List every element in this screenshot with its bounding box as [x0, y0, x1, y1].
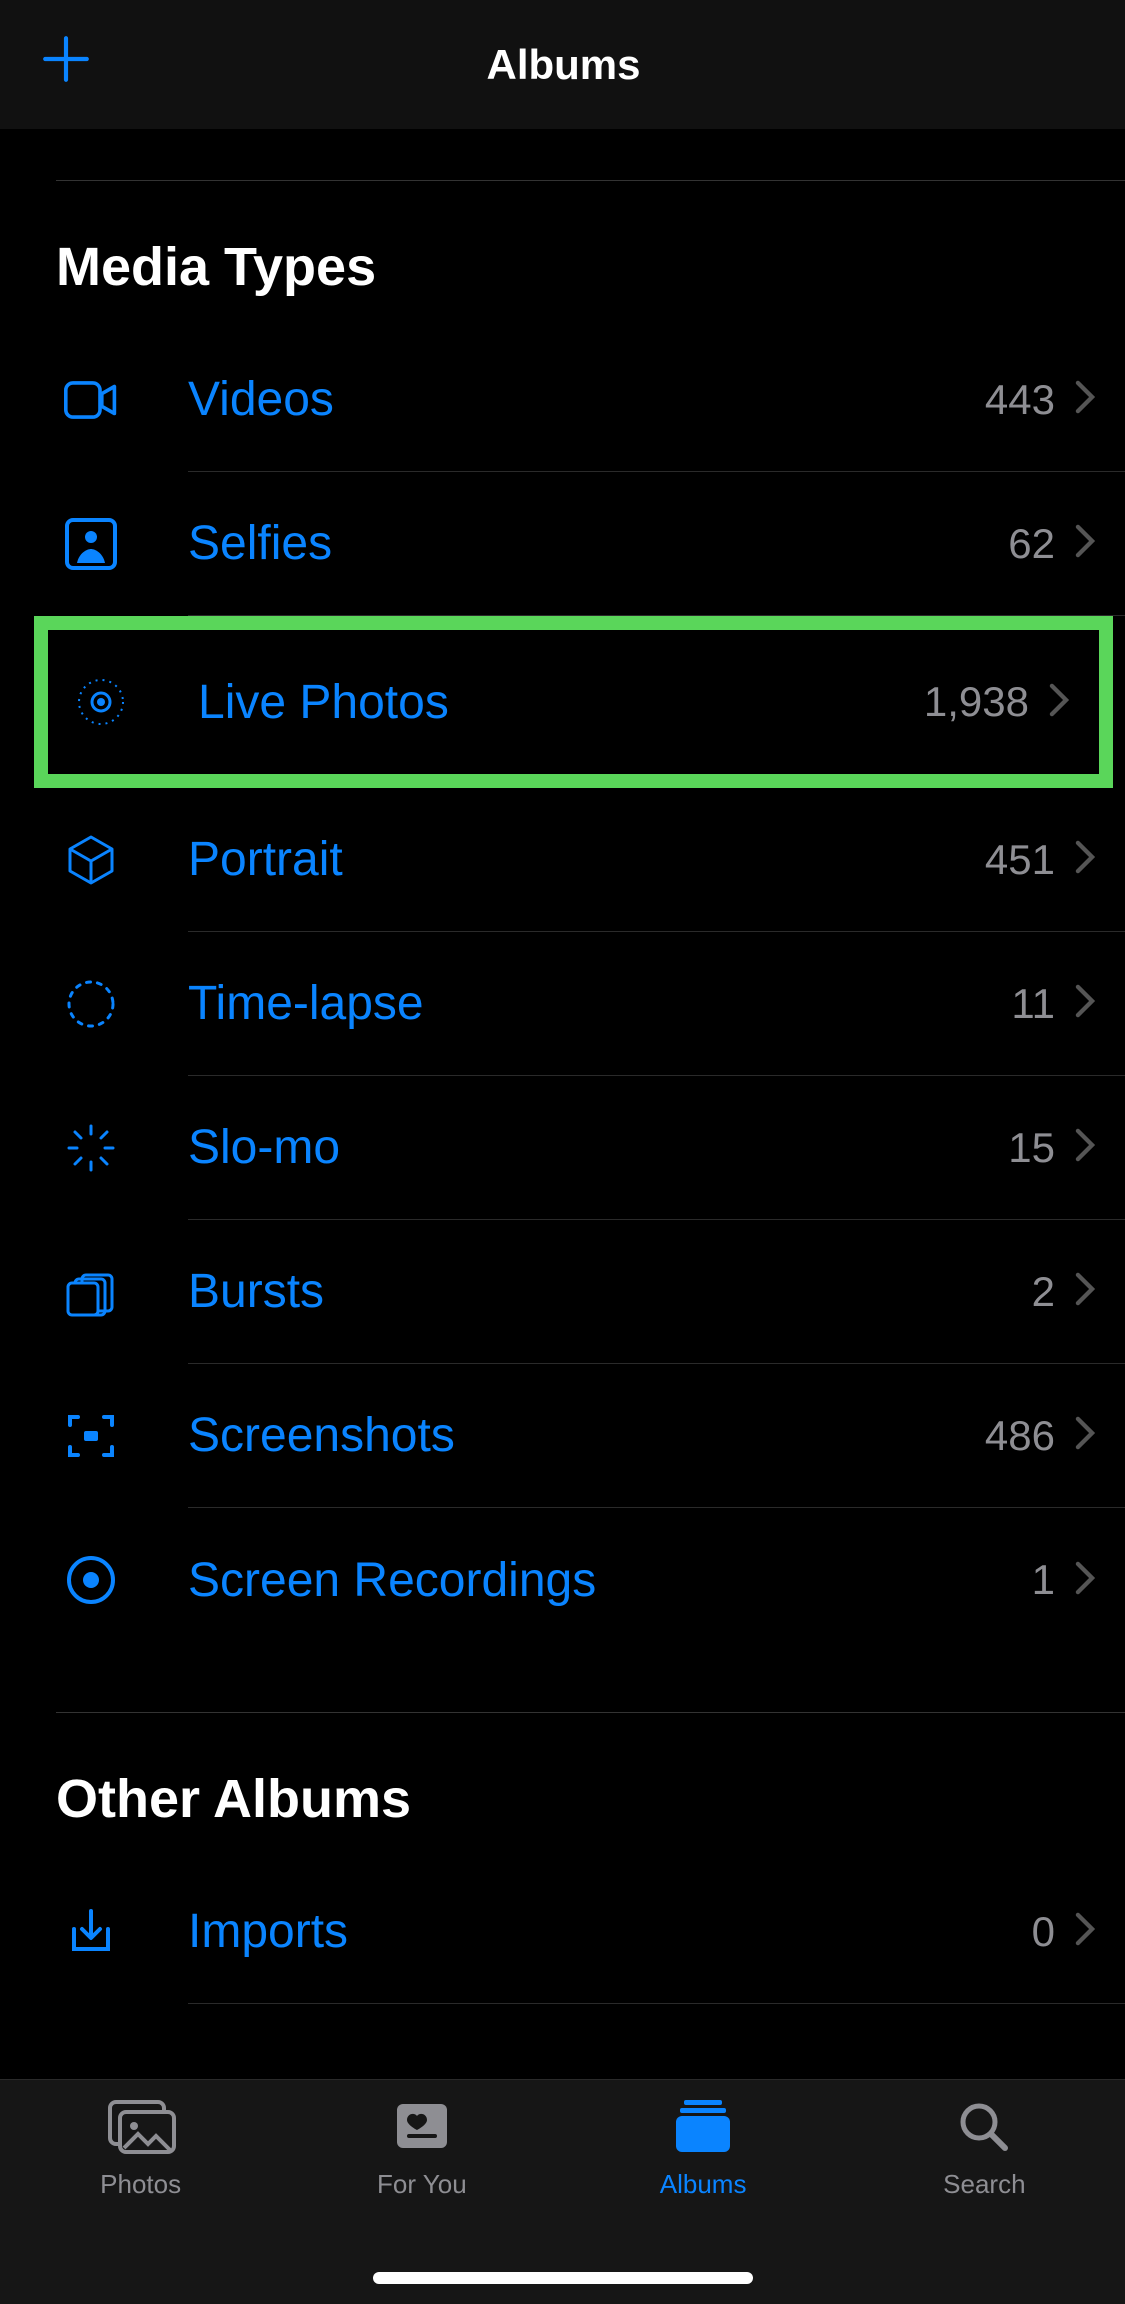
media-type-selfies[interactable]: Selfies 62 [0, 472, 1125, 616]
albums-tab-icon [668, 2098, 738, 2159]
row-count: 11 [1011, 980, 1055, 1028]
for-you-tab-icon [387, 2098, 457, 2159]
media-type-bursts[interactable]: Bursts 2 [0, 1220, 1125, 1364]
screen-recording-icon [56, 1550, 126, 1610]
tab-label: Search [943, 2169, 1025, 2200]
portrait-icon [56, 830, 126, 890]
row-count: 15 [1008, 1124, 1055, 1172]
row-label: Videos [188, 372, 985, 427]
row-count: 2 [1032, 1268, 1055, 1316]
tab-label: Photos [100, 2169, 181, 2200]
media-type-screenshots[interactable]: Screenshots 486 [0, 1364, 1125, 1508]
chevron-right-icon [1075, 1416, 1095, 1455]
chevron-right-icon [1075, 524, 1095, 563]
row-label: Live Photos [198, 675, 924, 730]
timelapse-icon [56, 974, 126, 1034]
import-icon [56, 1902, 126, 1962]
row-count: 486 [985, 1412, 1055, 1460]
media-type-slo-mo[interactable]: Slo-mo 15 [0, 1076, 1125, 1220]
chevron-right-icon [1075, 984, 1095, 1023]
tab-bar: Photos For You Albums Search [0, 2079, 1125, 2304]
row-count: 1,938 [924, 678, 1029, 726]
row-count: 451 [985, 836, 1055, 884]
bursts-icon [56, 1262, 126, 1322]
row-label: Slo-mo [188, 1120, 1008, 1175]
chevron-right-icon [1075, 1128, 1095, 1167]
row-label: Imports [188, 1904, 1032, 1959]
media-type-videos[interactable]: Videos 443 [0, 328, 1125, 472]
row-count: 443 [985, 376, 1055, 424]
navbar: Albums [0, 0, 1125, 130]
slo-mo-icon [56, 1118, 126, 1178]
media-type-portrait[interactable]: Portrait 451 [0, 788, 1125, 932]
video-icon [56, 370, 126, 430]
highlight-live-photos: Live Photos 1,938 [34, 616, 1113, 788]
row-label: Screen Recordings [188, 1553, 1032, 1608]
row-label: Time-lapse [188, 976, 1011, 1031]
row-label: Bursts [188, 1264, 1032, 1319]
tab-photos[interactable]: Photos [0, 2098, 281, 2304]
selfie-icon [56, 514, 126, 574]
screenshots-icon [56, 1406, 126, 1466]
home-indicator[interactable] [373, 2272, 753, 2284]
tab-label: For You [377, 2169, 467, 2200]
chevron-right-icon [1075, 1272, 1095, 1311]
chevron-right-icon [1075, 1561, 1095, 1600]
chevron-right-icon [1075, 840, 1095, 879]
row-label: Portrait [188, 832, 985, 887]
media-type-time-lapse[interactable]: Time-lapse 11 [0, 932, 1125, 1076]
tab-label: Albums [660, 2169, 747, 2200]
chevron-right-icon [1049, 683, 1069, 722]
live-photo-icon [66, 672, 136, 732]
row-label: Selfies [188, 516, 1008, 571]
section-header-media-types: Media Types [0, 181, 1125, 328]
chevron-right-icon [1075, 1912, 1095, 1951]
row-count: 62 [1008, 520, 1055, 568]
search-tab-icon [949, 2098, 1019, 2159]
chevron-right-icon [1075, 380, 1095, 419]
row-label: Screenshots [188, 1408, 985, 1463]
section-header-other-albums: Other Albums [0, 1713, 1125, 1860]
tab-search[interactable]: Search [844, 2098, 1125, 2304]
page-title: Albums [42, 41, 1085, 89]
photos-tab-icon [106, 2098, 176, 2159]
row-count: 0 [1032, 1908, 1055, 1956]
row-count: 1 [1032, 1556, 1055, 1604]
media-type-live-photos[interactable]: Live Photos 1,938 [48, 630, 1099, 774]
other-album-imports[interactable]: Imports 0 [0, 1860, 1125, 2004]
media-type-screen-recordings[interactable]: Screen Recordings 1 [0, 1508, 1125, 1652]
